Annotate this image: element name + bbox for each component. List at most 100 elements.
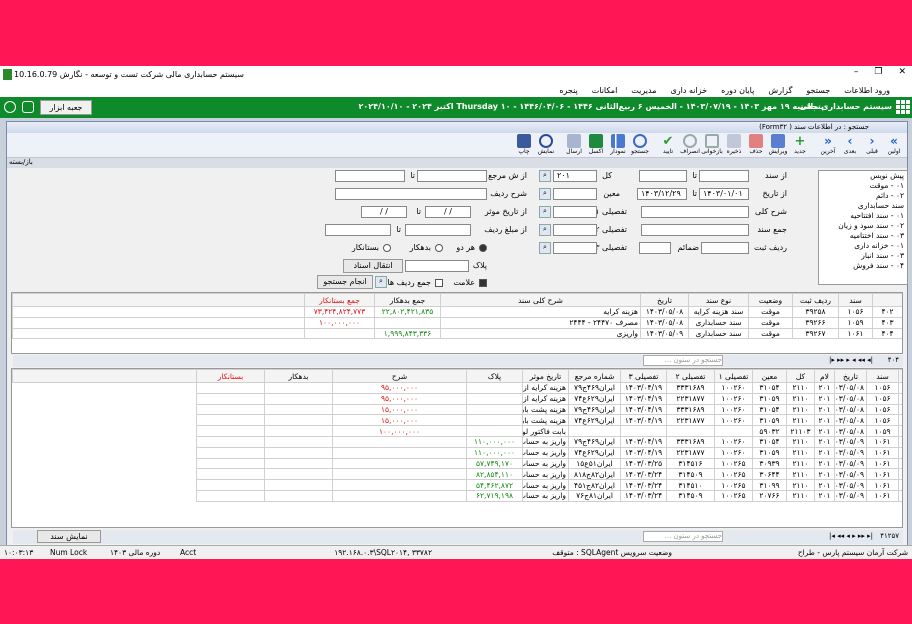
table-row[interactable]: ۴۰۲ ۱۰۵۶ ۳۹۲۵۸ موقت سند هزینه کرایه ۱۴۰۳/۰۵/۰…	[12, 306, 902, 318]
plak-field[interactable]	[405, 260, 469, 272]
doc-rows-grid[interactable]: سند تاریخ لام کل معین تفصیلی ۱ تفصیلی ۲ …	[11, 368, 903, 528]
from-doc-field[interactable]	[699, 170, 749, 182]
radio-credit[interactable]	[383, 244, 391, 252]
col-header[interactable]: تفصیلی ۱	[714, 369, 753, 383]
edit-button[interactable]: ویرایش	[767, 134, 789, 157]
column-search-input[interactable]: جستجو در ستون ...	[643, 355, 723, 366]
table-row[interactable]: ۴۱۲۴۲۱۰۶۱۱۴۰۳/۰۵/۰۹۲۰۱۲۱۱۰۳۰۹۳۹۱۰۰۲۶۵۳۱۴…	[13, 457, 902, 470]
col-header[interactable]: لام	[814, 369, 835, 383]
table-row[interactable]: ۴۱۲۴۵۱۰۶۱۱۴۰۳/۰۵/۰۹۲۰۱۲۱۱۰۲۰۷۶۶۱۰۰۲۶۵۳۱۴…	[13, 489, 902, 502]
table-row[interactable]: ۴۱۲۳۸۱۰۵۶۱۴۰۳/۰۵/۰۸۲۰۱۲۱۱۰۳۱۰۵۹۱۰۰۲۶۰۲۲۳…	[13, 414, 902, 427]
menu-search[interactable]: جستجو	[806, 86, 830, 95]
menu-report[interactable]: گزارش	[768, 86, 792, 95]
to-doc-field[interactable]	[639, 170, 687, 182]
table-row[interactable]: ۴۱۲۴۰۱۰۶۱۱۴۰۳/۰۵/۰۹۲۰۱۲۱۱۰۳۱۰۵۴۱۰۰۲۶۰۳۳۳…	[13, 435, 902, 448]
menu-management[interactable]: مدیریت	[631, 86, 656, 95]
save-button[interactable]: ذخیره	[723, 134, 745, 157]
tree-item[interactable]: پیش نویس	[819, 171, 907, 181]
chart-button[interactable]: نمودار	[607, 134, 629, 157]
nav-arrows-icon[interactable]: |◂ ◂◂ ◂ ▸ ▸▸ ▸|	[829, 356, 873, 364]
col-header[interactable]: جمع بستانکار	[304, 293, 375, 307]
tree-item[interactable]: ۰۱ - موقت	[819, 181, 907, 191]
general-desc-field[interactable]	[641, 206, 749, 218]
send-button[interactable]: ارسال	[563, 134, 585, 157]
tafsili3-field[interactable]	[553, 242, 597, 254]
menu-data-entry[interactable]: ورود اطلاعات	[844, 86, 890, 95]
binoculars-icon[interactable]: ⌕	[539, 224, 551, 236]
col-header[interactable]: سند	[838, 293, 873, 307]
minimize-button[interactable]: –	[854, 67, 859, 77]
confirm-button[interactable]: ✔ تایید	[657, 134, 679, 157]
view-button[interactable]: نمایش	[535, 134, 557, 157]
row-type-field[interactable]	[701, 242, 749, 254]
eff-date-from-field[interactable]: / /	[425, 206, 471, 218]
tree-item[interactable]: ۰۳ - سند انبار	[819, 251, 907, 261]
column-search-input-2[interactable]: جستجو در ستون ...	[643, 531, 723, 542]
col-header[interactable]: کل	[786, 369, 815, 383]
print-button[interactable]: چاپ	[513, 134, 535, 157]
col-header[interactable]: تاریخ	[640, 293, 689, 307]
col-header[interactable]: جمع بدهکار	[374, 293, 441, 307]
toolbox-button[interactable]: جعبه ابزار	[40, 100, 92, 115]
first-button[interactable]: «اولین	[883, 134, 905, 157]
binoculars-icon[interactable]: ⌕	[539, 206, 551, 218]
col-header[interactable]: بستانکار	[196, 369, 265, 383]
col-header[interactable]: تفصیلی ۳	[620, 369, 667, 383]
menu-treasury[interactable]: خزانه داری	[671, 86, 708, 95]
prev-button[interactable]: › قبلی	[861, 134, 883, 157]
tree-item[interactable]: ۰۲ - دائم	[819, 191, 907, 201]
nav-arrows-icon[interactable]: |◂ ◂◂ ◂ ▸ ▸▸ ▸|	[829, 532, 873, 540]
col-header[interactable]: وضعیت	[748, 293, 793, 307]
maximize-button[interactable]: ❐	[874, 67, 882, 77]
menu-features[interactable]: امکانات	[592, 86, 618, 95]
binoculars-icon[interactable]: ⌕	[539, 188, 551, 200]
apps-grid-icon[interactable]	[896, 100, 910, 114]
notification-bell-icon[interactable]	[22, 101, 34, 113]
radio-debit[interactable]	[435, 244, 443, 252]
moein-field[interactable]	[553, 188, 597, 200]
table-row[interactable]: ۴۰۴ ۱۰۶۱ ۳۹۲۶۷ موقت سند حسابداری ۱۴۰۳/۰۵/۰۹ وا…	[12, 327, 902, 340]
table-row[interactable]: ۴۱۲۳۹۱۰۵۹۱۴۰۳/۰۵/۰۸۲۰۱۲۱۱۰۳۵۹۰۳۲بابت فاک…	[13, 425, 902, 437]
from-ref-field[interactable]	[417, 170, 487, 182]
excel-button[interactable]: اکسل	[585, 134, 607, 157]
col-header[interactable]: بدهکار	[264, 369, 333, 383]
col-header[interactable]: پلاک	[466, 369, 523, 383]
tree-item[interactable]: ۰۴ - سند فروش	[819, 261, 907, 271]
amount-from-field[interactable]	[405, 224, 471, 236]
col-header[interactable]: تاریخ	[834, 369, 867, 383]
col-header[interactable]: نوع سند	[688, 293, 749, 307]
new-button[interactable]: + جدید	[789, 134, 811, 157]
col-header[interactable]: ردیف ثبت	[792, 293, 839, 307]
cancel-button[interactable]: انصراف	[679, 134, 701, 157]
tafsili2-field[interactable]	[553, 224, 597, 236]
tree-item[interactable]: ۰۱ - سند افتتاحیه	[819, 211, 907, 221]
table-row[interactable]: ۴۱۲۳۶۱۰۵۶۱۴۰۳/۰۵/۰۸۲۰۱۲۱۱۰۳۱۰۵۹۱۰۰۲۶۰۲۲۳…	[13, 392, 902, 405]
table-row[interactable]: ۴۱۲۴۳۱۰۶۱۱۴۰۳/۰۵/۰۹۲۰۱۲۱۱۰۳۰۶۴۴۱۰۰۲۶۵۳۱۴…	[13, 468, 902, 481]
find-button[interactable]: جستجو	[629, 134, 651, 157]
tree-item[interactable]: سند حسابداری	[819, 201, 907, 211]
to-ref-field[interactable]	[335, 170, 405, 182]
col-header[interactable]: تاریخ موثر	[522, 369, 569, 383]
binoculars-icon[interactable]: ⌕	[539, 170, 551, 182]
col-header[interactable]: شرح	[332, 369, 467, 383]
col-header[interactable]: تفصیلی ۲	[666, 369, 715, 383]
col-header[interactable]: سند	[866, 369, 899, 383]
mark-checkbox[interactable]	[479, 279, 487, 287]
binoculars-icon[interactable]: ⌕	[539, 242, 551, 254]
amount-to-field[interactable]	[325, 224, 391, 236]
kol-field[interactable]: ۲۰۱	[553, 170, 597, 182]
eff-date-to-field[interactable]: / /	[361, 206, 407, 218]
menu-period-end[interactable]: پایان دوره	[721, 86, 754, 95]
refresh-button[interactable]: بازخوانی	[701, 134, 723, 157]
date-from-field[interactable]: ۱۴۰۳/۰۱/۰۱	[699, 188, 749, 200]
doc-total-field[interactable]	[641, 224, 749, 236]
doc-summary-grid[interactable]: سند ردیف ثبت وضعیت نوع سند تاریخ شرح کلی…	[11, 292, 903, 354]
table-row[interactable]: ۴۱۲۴۱۱۰۶۱۱۴۰۳/۰۵/۰۹۲۰۱۲۱۱۰۳۱۰۵۹۱۰۰۲۶۰۲۲۳…	[13, 446, 902, 459]
tree-item[interactable]: ۰۱ - خزانه داری	[819, 241, 907, 251]
doc-type-tree[interactable]: پیش نویس ۰۱ - موقت ۰۲ - دائم سند حسابدار…	[818, 170, 908, 285]
delete-button[interactable]: حذف	[745, 134, 767, 157]
table-row[interactable]: ۴۰۳ ۱۰۵۹ ۳۹۲۶۶ موقت سند حسابداری ۱۴۰۳/۰۵/۰۸ مص…	[12, 316, 902, 329]
table-row[interactable]: ۴۱۲۳۵۱۰۵۶۱۴۰۳/۰۵/۰۸۲۰۱۲۱۱۰۳۱۰۵۴۱۰۰۲۶۰۳۳۳…	[13, 382, 902, 394]
collapse-toggle[interactable]: باز/بسته	[7, 158, 907, 168]
col-header[interactable]: شماره مرجع	[568, 369, 621, 383]
